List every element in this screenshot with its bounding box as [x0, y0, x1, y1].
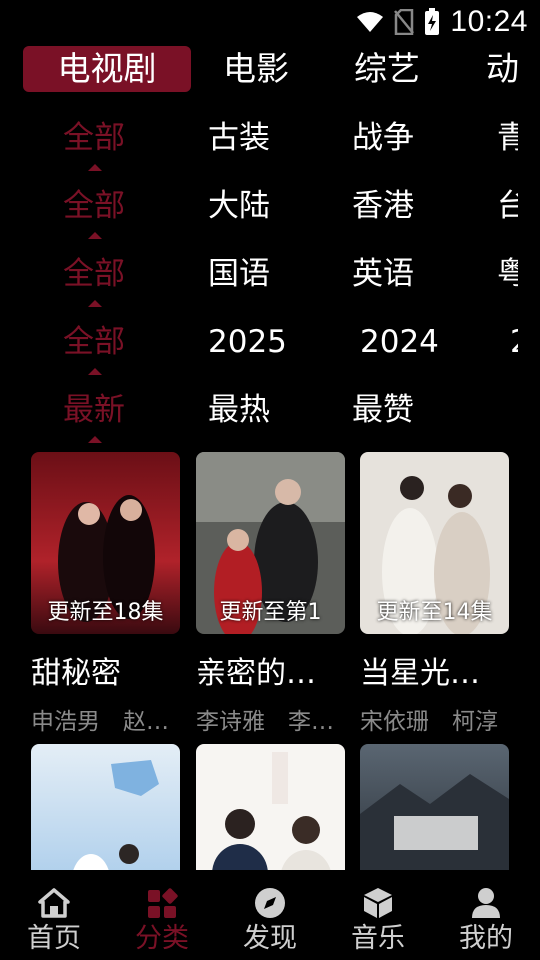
filter-option-all[interactable]: 全部 [63, 322, 125, 362]
home-icon [38, 888, 70, 918]
filter-option-all[interactable]: 全部 [63, 118, 125, 158]
status-time: 10:24 [450, 5, 528, 38]
sort-option-hottest[interactable]: 最热 [208, 390, 270, 430]
show-card[interactable]: 更新至14集 当星光坠… 宋依珊 柯淳 [360, 452, 509, 736]
filter-option[interactable]: 国语 [208, 254, 270, 294]
filter-option-all[interactable]: 全部 [63, 254, 125, 294]
filter-row-year: 全部 2025 2024 2 [0, 312, 518, 380]
show-cast: 宋依珊 柯淳 [360, 709, 498, 735]
filter-option[interactable]: 香港 [352, 186, 414, 226]
profile-icon [472, 888, 500, 918]
selected-caret-icon [88, 232, 102, 239]
nav-label: 音乐 [351, 923, 405, 954]
show-card[interactable]: 更新至18集 甜秘密 申浩男 赵… [31, 452, 180, 736]
filter-option[interactable]: 战争 [352, 118, 414, 158]
show-title: 当星光坠… [360, 656, 509, 691]
show-card[interactable] [196, 744, 345, 870]
category-icon [148, 888, 178, 918]
filter-option[interactable]: 英语 [352, 254, 414, 294]
poster-art [360, 744, 509, 870]
filter-option[interactable]: 大陆 [208, 186, 270, 226]
nav-home[interactable]: 首页 [0, 880, 108, 960]
show-card[interactable]: 更新至第1 亲密的雷… 李诗雅 李… [196, 452, 345, 736]
filter-option[interactable]: 古装 [208, 118, 270, 158]
show-cast: 李诗雅 李… [196, 709, 334, 735]
filter-option-all[interactable]: 全部 [63, 186, 125, 226]
selected-caret-icon [88, 164, 102, 171]
sort-option-latest[interactable]: 最新 [63, 390, 125, 430]
update-status: 更新至18集 [47, 600, 164, 625]
nav-label: 我的 [459, 923, 513, 954]
show-cast: 申浩男 赵… [31, 709, 169, 735]
update-status: 更新至第1 [219, 600, 322, 625]
show-title: 甜秘密 [31, 656, 121, 691]
filter-row-region: 全部 大陆 香港 台 [0, 176, 518, 244]
filter-option[interactable]: 2 [510, 322, 518, 362]
filter-row-sort: 最新 最热 最赞 [0, 380, 518, 448]
update-status: 更新至14集 [376, 600, 493, 625]
content-grid: 更新至18集 甜秘密 申浩男 赵… 更新至第1 亲密的雷… 李诗雅 李… 更新至… [0, 452, 540, 870]
poster-image [31, 744, 180, 870]
filter-row-language: 全部 国语 英语 粤 [0, 244, 518, 312]
filter-option[interactable]: 台 [497, 186, 518, 226]
show-card[interactable] [360, 744, 509, 870]
nav-category[interactable]: 分类 [108, 880, 216, 960]
cube-icon [364, 888, 392, 918]
show-title: 亲密的雷… [196, 656, 345, 691]
no-sim-icon [394, 9, 415, 35]
poster-image: 更新至第1 [196, 452, 345, 634]
status-icons: 10:24 [356, 4, 528, 40]
sort-option-most-liked[interactable]: 最赞 [352, 390, 414, 430]
show-card[interactable] [31, 744, 180, 870]
filter-option[interactable]: 青 [497, 118, 518, 158]
selected-caret-icon [88, 436, 102, 443]
filter-option[interactable]: 粤 [497, 254, 518, 294]
nav-label: 首页 [27, 923, 81, 954]
poster-image: 更新至14集 [360, 452, 509, 634]
poster-image: 更新至18集 [31, 452, 180, 634]
nav-discover[interactable]: 发现 [216, 880, 324, 960]
poster-image [196, 744, 345, 870]
bottom-navigation: 首页 分类 发现 音乐 我的 [0, 880, 540, 960]
selected-caret-icon [88, 368, 102, 375]
selected-caret-icon [88, 300, 102, 307]
tab-tv-series[interactable]: 电视剧 [23, 46, 191, 92]
tab-variety[interactable]: 综艺 [354, 46, 420, 92]
nav-profile[interactable]: 我的 [432, 880, 540, 960]
filter-option[interactable]: 2024 [360, 322, 439, 362]
poster-art [196, 744, 345, 870]
compass-icon [255, 888, 285, 918]
wifi-icon [357, 12, 384, 32]
filter-row-genre: 全部 古装 战争 青 [0, 108, 518, 176]
nav-label: 分类 [135, 923, 189, 954]
battery-charging-icon [425, 8, 440, 35]
category-tabs: 电视剧 电影 综艺 动 [0, 46, 518, 94]
filter-option[interactable]: 2025 [208, 322, 287, 362]
poster-image [360, 744, 509, 870]
nav-music[interactable]: 音乐 [324, 880, 432, 960]
poster-art [31, 744, 180, 870]
status-bar: 10:24 [0, 0, 540, 44]
tab-anime[interactable]: 动 [486, 46, 518, 92]
nav-label: 发现 [243, 923, 297, 954]
tab-movies[interactable]: 电影 [223, 46, 289, 92]
filter-panel: 全部 古装 战争 青 全部 大陆 香港 台 全部 国语 英语 粤 全部 2025… [0, 108, 518, 448]
